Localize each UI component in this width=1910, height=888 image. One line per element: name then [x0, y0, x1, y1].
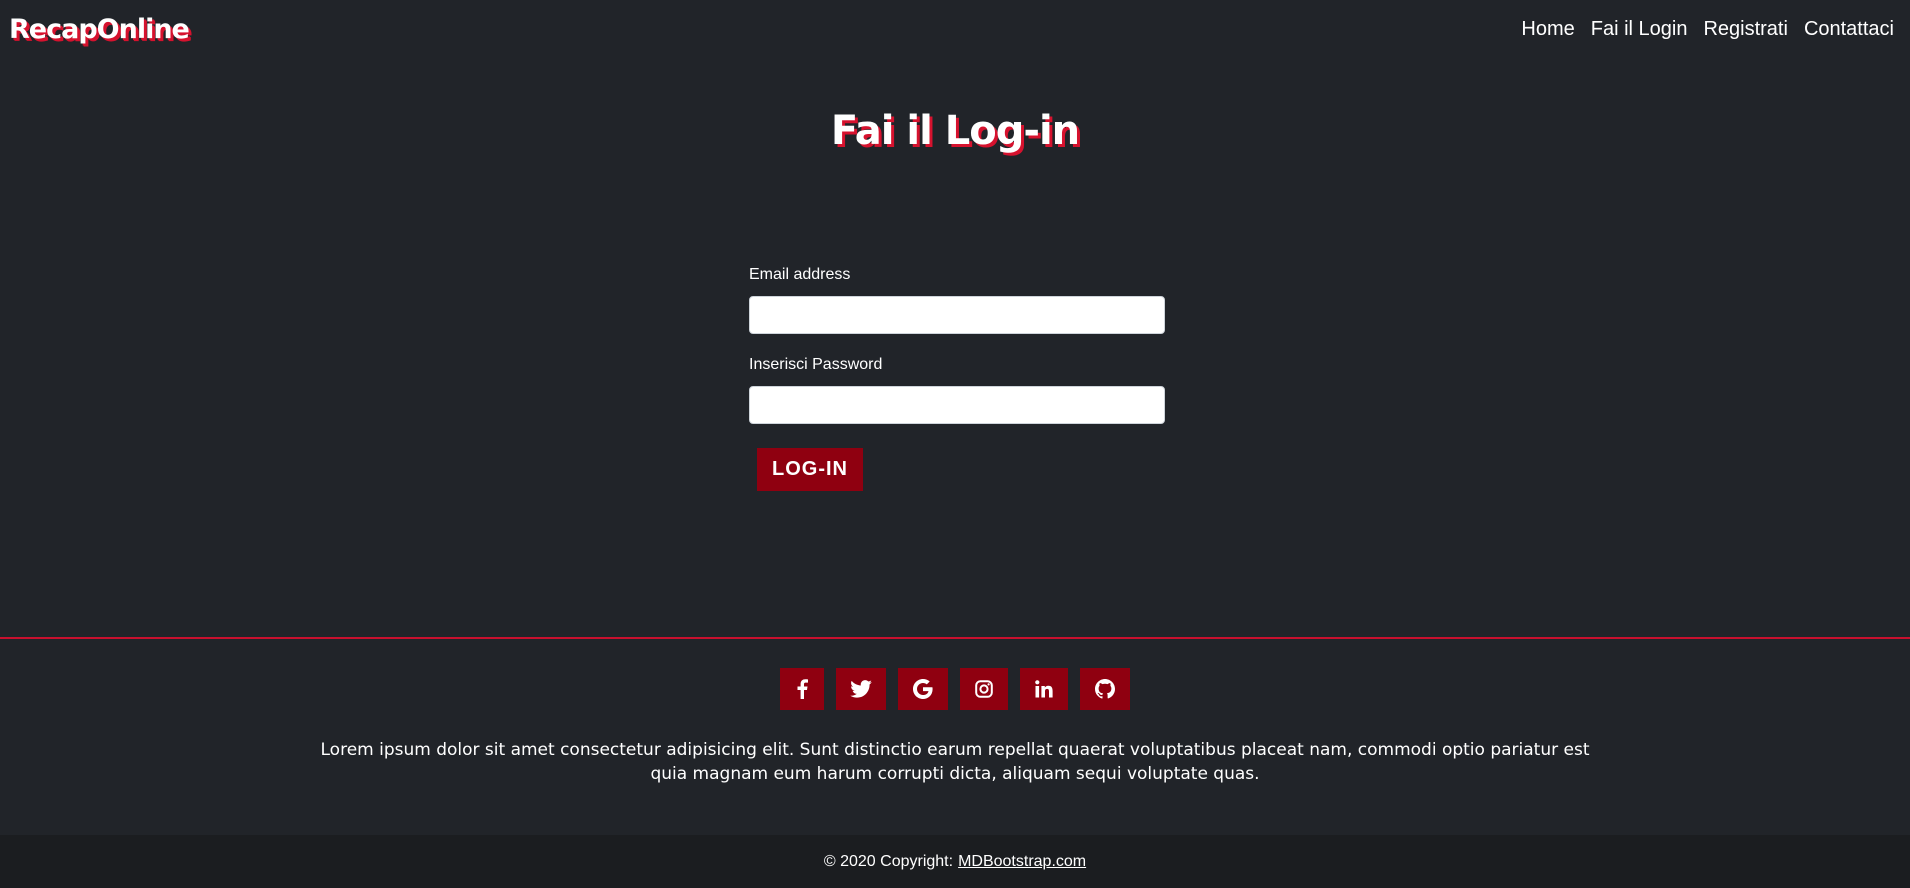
github-button[interactable]	[1080, 668, 1130, 710]
navbar: RecapOnline Home Fai il Login Registrati…	[0, 0, 1910, 58]
google-icon	[913, 679, 933, 699]
email-label: Email address	[749, 266, 851, 283]
facebook-icon	[797, 679, 808, 699]
copyright-link[interactable]: MDBootstrap.com	[958, 853, 1086, 871]
page-title: Fai il Log-in	[830, 108, 1080, 154]
login-button[interactable]: LOG-IN	[757, 448, 863, 491]
password-field[interactable]	[749, 386, 1165, 424]
nav-link-login[interactable]: Fai il Login	[1583, 18, 1696, 41]
footer-description: Lorem ipsum dolor sit amet consectetur a…	[320, 740, 1590, 784]
social-links	[0, 668, 1910, 710]
password-group: Inserisci Password	[749, 354, 1165, 424]
twitter-icon	[850, 680, 872, 698]
github-icon	[1095, 679, 1115, 699]
copyright-text: © 2020 Copyright:	[823, 852, 954, 870]
nav-link-home[interactable]: Home	[1513, 18, 1582, 41]
linkedin-button[interactable]	[1020, 668, 1068, 710]
nav-link-contact[interactable]: Contattaci	[1796, 18, 1902, 41]
copyright-bar: © 2020 Copyright: MDBootstrap.com	[0, 835, 1910, 888]
facebook-button[interactable]	[780, 668, 824, 710]
instagram-button[interactable]	[960, 668, 1008, 710]
linkedin-icon	[1035, 680, 1053, 698]
nav-links: Home Fai il Login Registrati Contattaci	[1513, 18, 1902, 41]
password-label: Inserisci Password	[749, 356, 883, 373]
login-form: Email address Inserisci Password LOG-IN	[749, 264, 1165, 491]
email-field[interactable]	[749, 296, 1165, 334]
instagram-icon	[975, 680, 993, 698]
email-group: Email address	[749, 264, 1165, 334]
nav-link-register[interactable]: Registrati	[1695, 18, 1795, 41]
brand-logo[interactable]: RecapOnline	[9, 14, 190, 45]
google-button[interactable]	[898, 668, 948, 710]
twitter-button[interactable]	[836, 668, 886, 710]
footer-divider	[0, 637, 1910, 639]
